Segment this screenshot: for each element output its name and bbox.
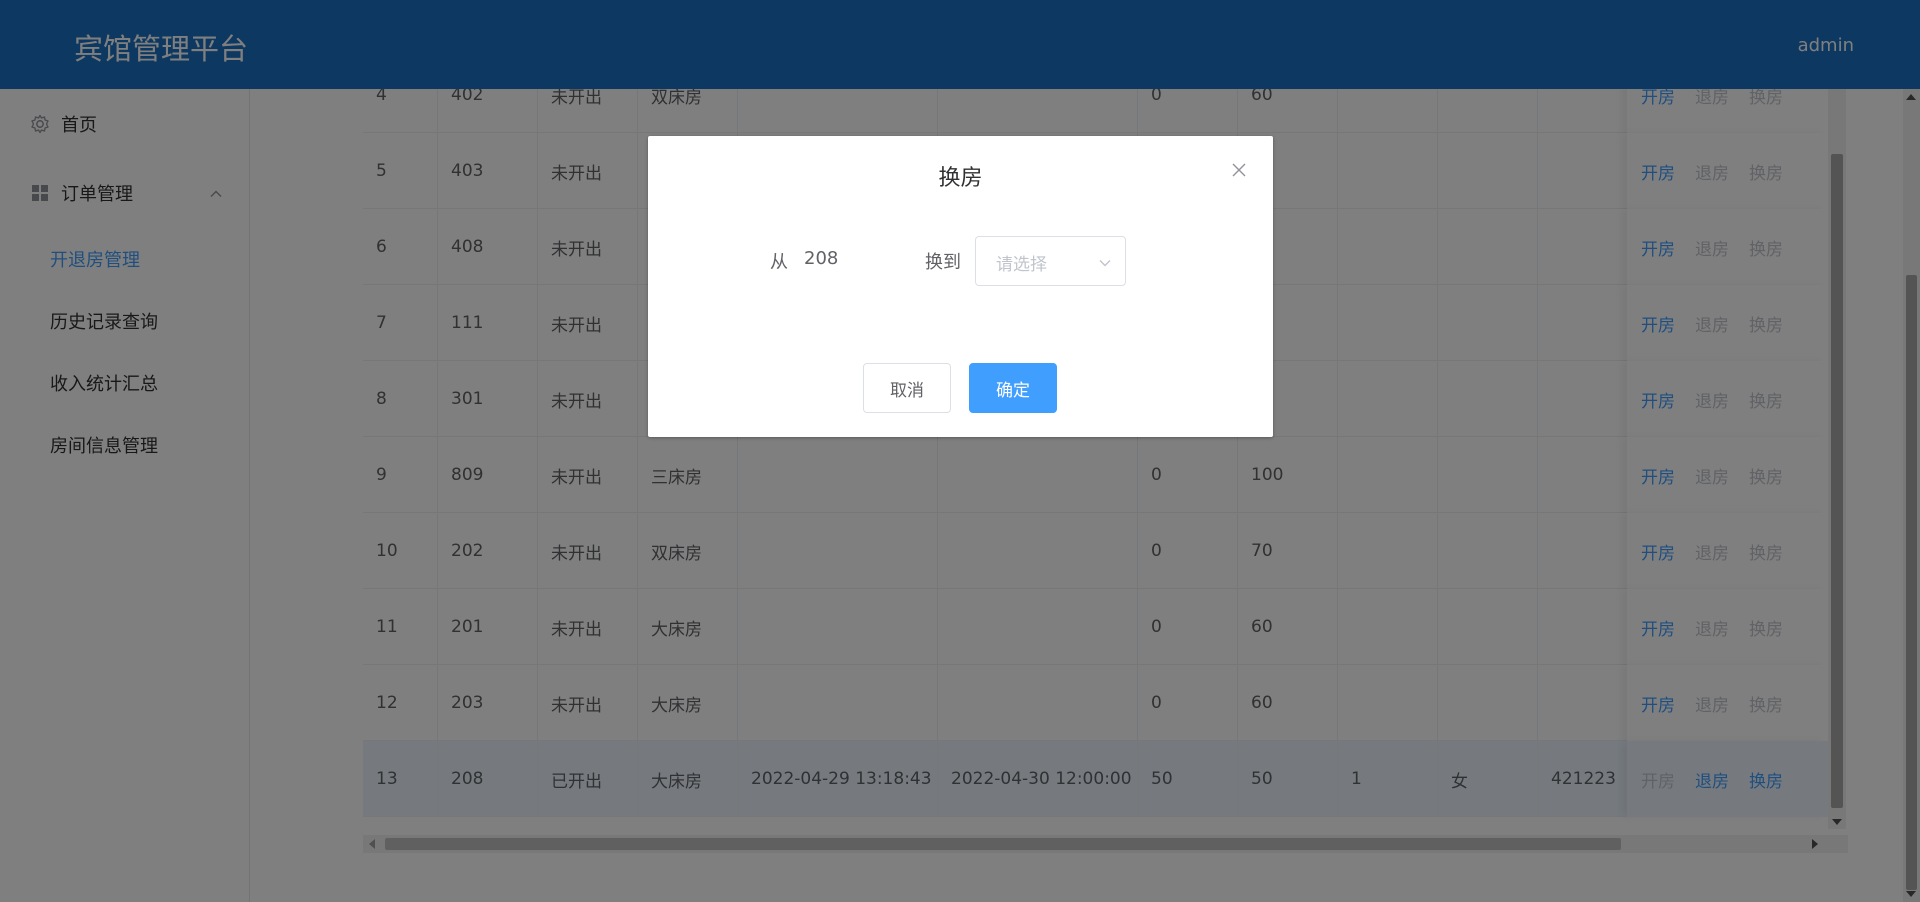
from-label: 从 [770, 252, 788, 273]
dialog-title: 换房 [938, 166, 983, 191]
cancel-button[interactable]: 取消 [863, 363, 951, 413]
change-room-dialog: 换房 从 208 换到 请选择 取消 确定 [648, 136, 1273, 437]
close-icon[interactable] [1231, 162, 1247, 178]
from-room-value: 208 [804, 248, 839, 269]
target-room-select[interactable]: 请选择 [975, 236, 1126, 286]
to-label: 换到 [925, 252, 961, 273]
confirm-button[interactable]: 确定 [969, 363, 1057, 413]
select-placeholder: 请选择 [996, 255, 1047, 275]
chevron-down-icon [1098, 254, 1112, 268]
